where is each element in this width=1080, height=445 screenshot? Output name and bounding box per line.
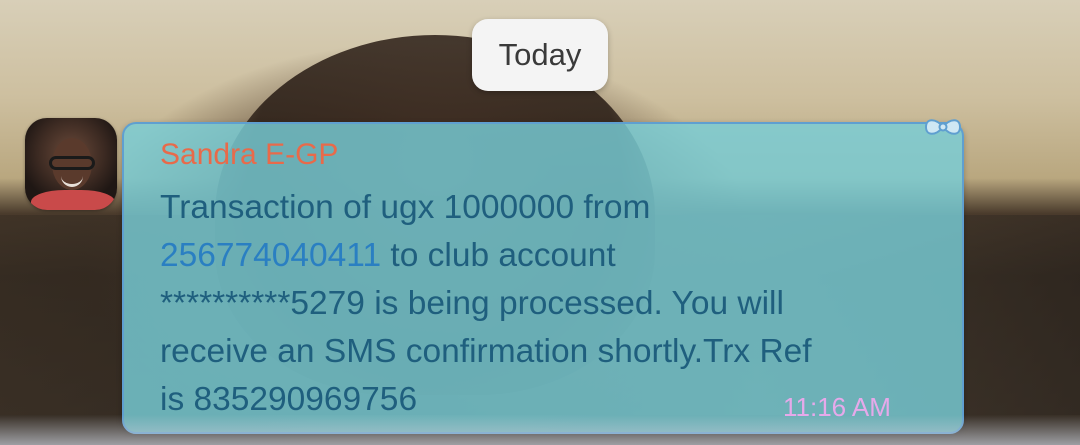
bow-icon — [924, 119, 962, 135]
phone-number-link[interactable]: 256774040411 — [160, 237, 381, 274]
message-line: Transaction of ugx 1000000 from — [160, 189, 651, 226]
message-line-rest: to club account — [381, 237, 616, 274]
message-line: 256774040411 to club account — [160, 232, 950, 280]
contact-avatar[interactable] — [25, 118, 117, 210]
avatar-shirt — [31, 190, 115, 210]
date-separator: Today — [472, 19, 608, 91]
message-line: receive an SMS confirmation shortly.Trx … — [160, 333, 812, 370]
chat-background: Today Sandra E-GP Transaction of ugx 100… — [0, 0, 1080, 445]
message-line: **********5279 is being processed. You w… — [160, 285, 784, 322]
date-separator-label: Today — [498, 37, 582, 72]
avatar-glasses — [49, 156, 95, 170]
next-message-edge — [0, 415, 1080, 445]
message-text: Transaction of ugx 1000000 from 25677404… — [160, 184, 950, 424]
message-sender-name: Sandra E-GP — [160, 138, 339, 171]
